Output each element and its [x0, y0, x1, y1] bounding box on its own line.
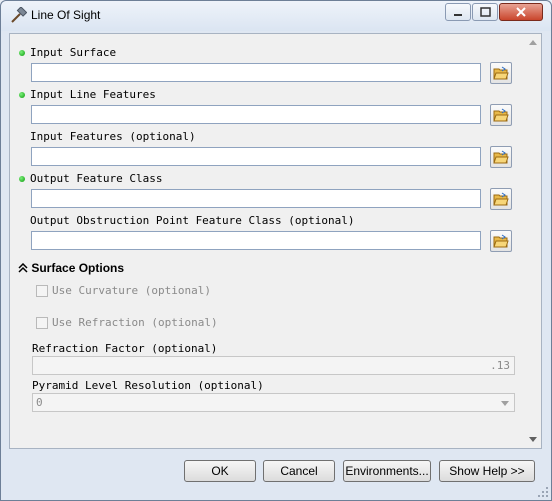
hammer-icon: [11, 7, 27, 23]
minimize-icon: [454, 14, 462, 16]
maximize-button[interactable]: [472, 3, 498, 21]
surface-options-toggle[interactable]: Surface Options: [18, 261, 124, 275]
cancel-button[interactable]: Cancel: [263, 460, 335, 482]
open-folder-icon: [493, 234, 509, 248]
resize-grip-icon[interactable]: [537, 486, 549, 498]
tool-parameters-panel: Input Surface Input Line Features Input …: [9, 33, 542, 449]
output-feature-class-label: Output Feature Class: [30, 172, 163, 185]
dialog-window: Line Of Sight Input Surface Input Line F…: [0, 0, 552, 501]
input-features-label: Input Features (optional): [30, 130, 196, 143]
output-obstruction-field[interactable]: [31, 231, 481, 250]
show-help-button[interactable]: Show Help >>: [439, 460, 535, 482]
input-line-features-label: Input Line Features: [30, 88, 156, 101]
minimize-button[interactable]: [445, 3, 471, 21]
use-curvature-label: Use Curvature (optional): [52, 284, 211, 297]
window-title: Line Of Sight: [31, 8, 101, 22]
use-refraction-checkbox[interactable]: [36, 317, 48, 329]
scroll-down-arrow-icon: [529, 437, 537, 442]
output-feature-class-field[interactable]: [31, 189, 481, 208]
refraction-factor-label: Refraction Factor (optional): [32, 342, 218, 355]
ok-button[interactable]: OK: [184, 460, 256, 482]
open-folder-icon: [493, 150, 509, 164]
open-folder-icon: [493, 108, 509, 122]
output-obstruction-label: Output Obstruction Point Feature Class (…: [30, 214, 355, 227]
input-surface-browse-button[interactable]: [490, 62, 512, 84]
close-icon: [516, 7, 526, 17]
input-surface-label: Input Surface: [30, 46, 117, 59]
pyramid-level-label: Pyramid Level Resolution (optional): [32, 379, 264, 392]
pyramid-level-select[interactable]: 0: [32, 393, 515, 412]
input-features-field[interactable]: [31, 147, 481, 166]
pyramid-level-value: 0: [36, 396, 43, 409]
use-curvature-checkbox[interactable]: [36, 285, 48, 297]
use-refraction-label: Use Refraction (optional): [52, 316, 218, 329]
maximize-icon: [480, 7, 491, 17]
refraction-factor-field[interactable]: .13: [32, 356, 515, 375]
required-dot-icon: [19, 176, 25, 182]
output-feature-class-browse-button[interactable]: [490, 188, 512, 210]
vertical-scrollbar[interactable]: [525, 34, 541, 448]
refraction-factor-value: .13: [490, 359, 510, 372]
output-obstruction-browse-button[interactable]: [490, 230, 512, 252]
close-button[interactable]: [499, 3, 543, 21]
dropdown-arrow-icon: [501, 401, 509, 406]
input-line-features-field[interactable]: [31, 105, 481, 124]
title-bar[interactable]: Line Of Sight: [1, 1, 551, 31]
input-features-browse-button[interactable]: [490, 146, 512, 168]
open-folder-icon: [493, 192, 509, 206]
required-dot-icon: [19, 92, 25, 98]
input-surface-field[interactable]: [31, 63, 481, 82]
collapse-chevron-icon: [18, 262, 28, 273]
scroll-up-arrow-icon: [529, 40, 537, 45]
required-dot-icon: [19, 50, 25, 56]
open-folder-icon: [493, 66, 509, 80]
input-line-features-browse-button[interactable]: [490, 104, 512, 126]
surface-options-title: Surface Options: [31, 261, 125, 275]
environments-button[interactable]: Environments...: [343, 460, 431, 482]
